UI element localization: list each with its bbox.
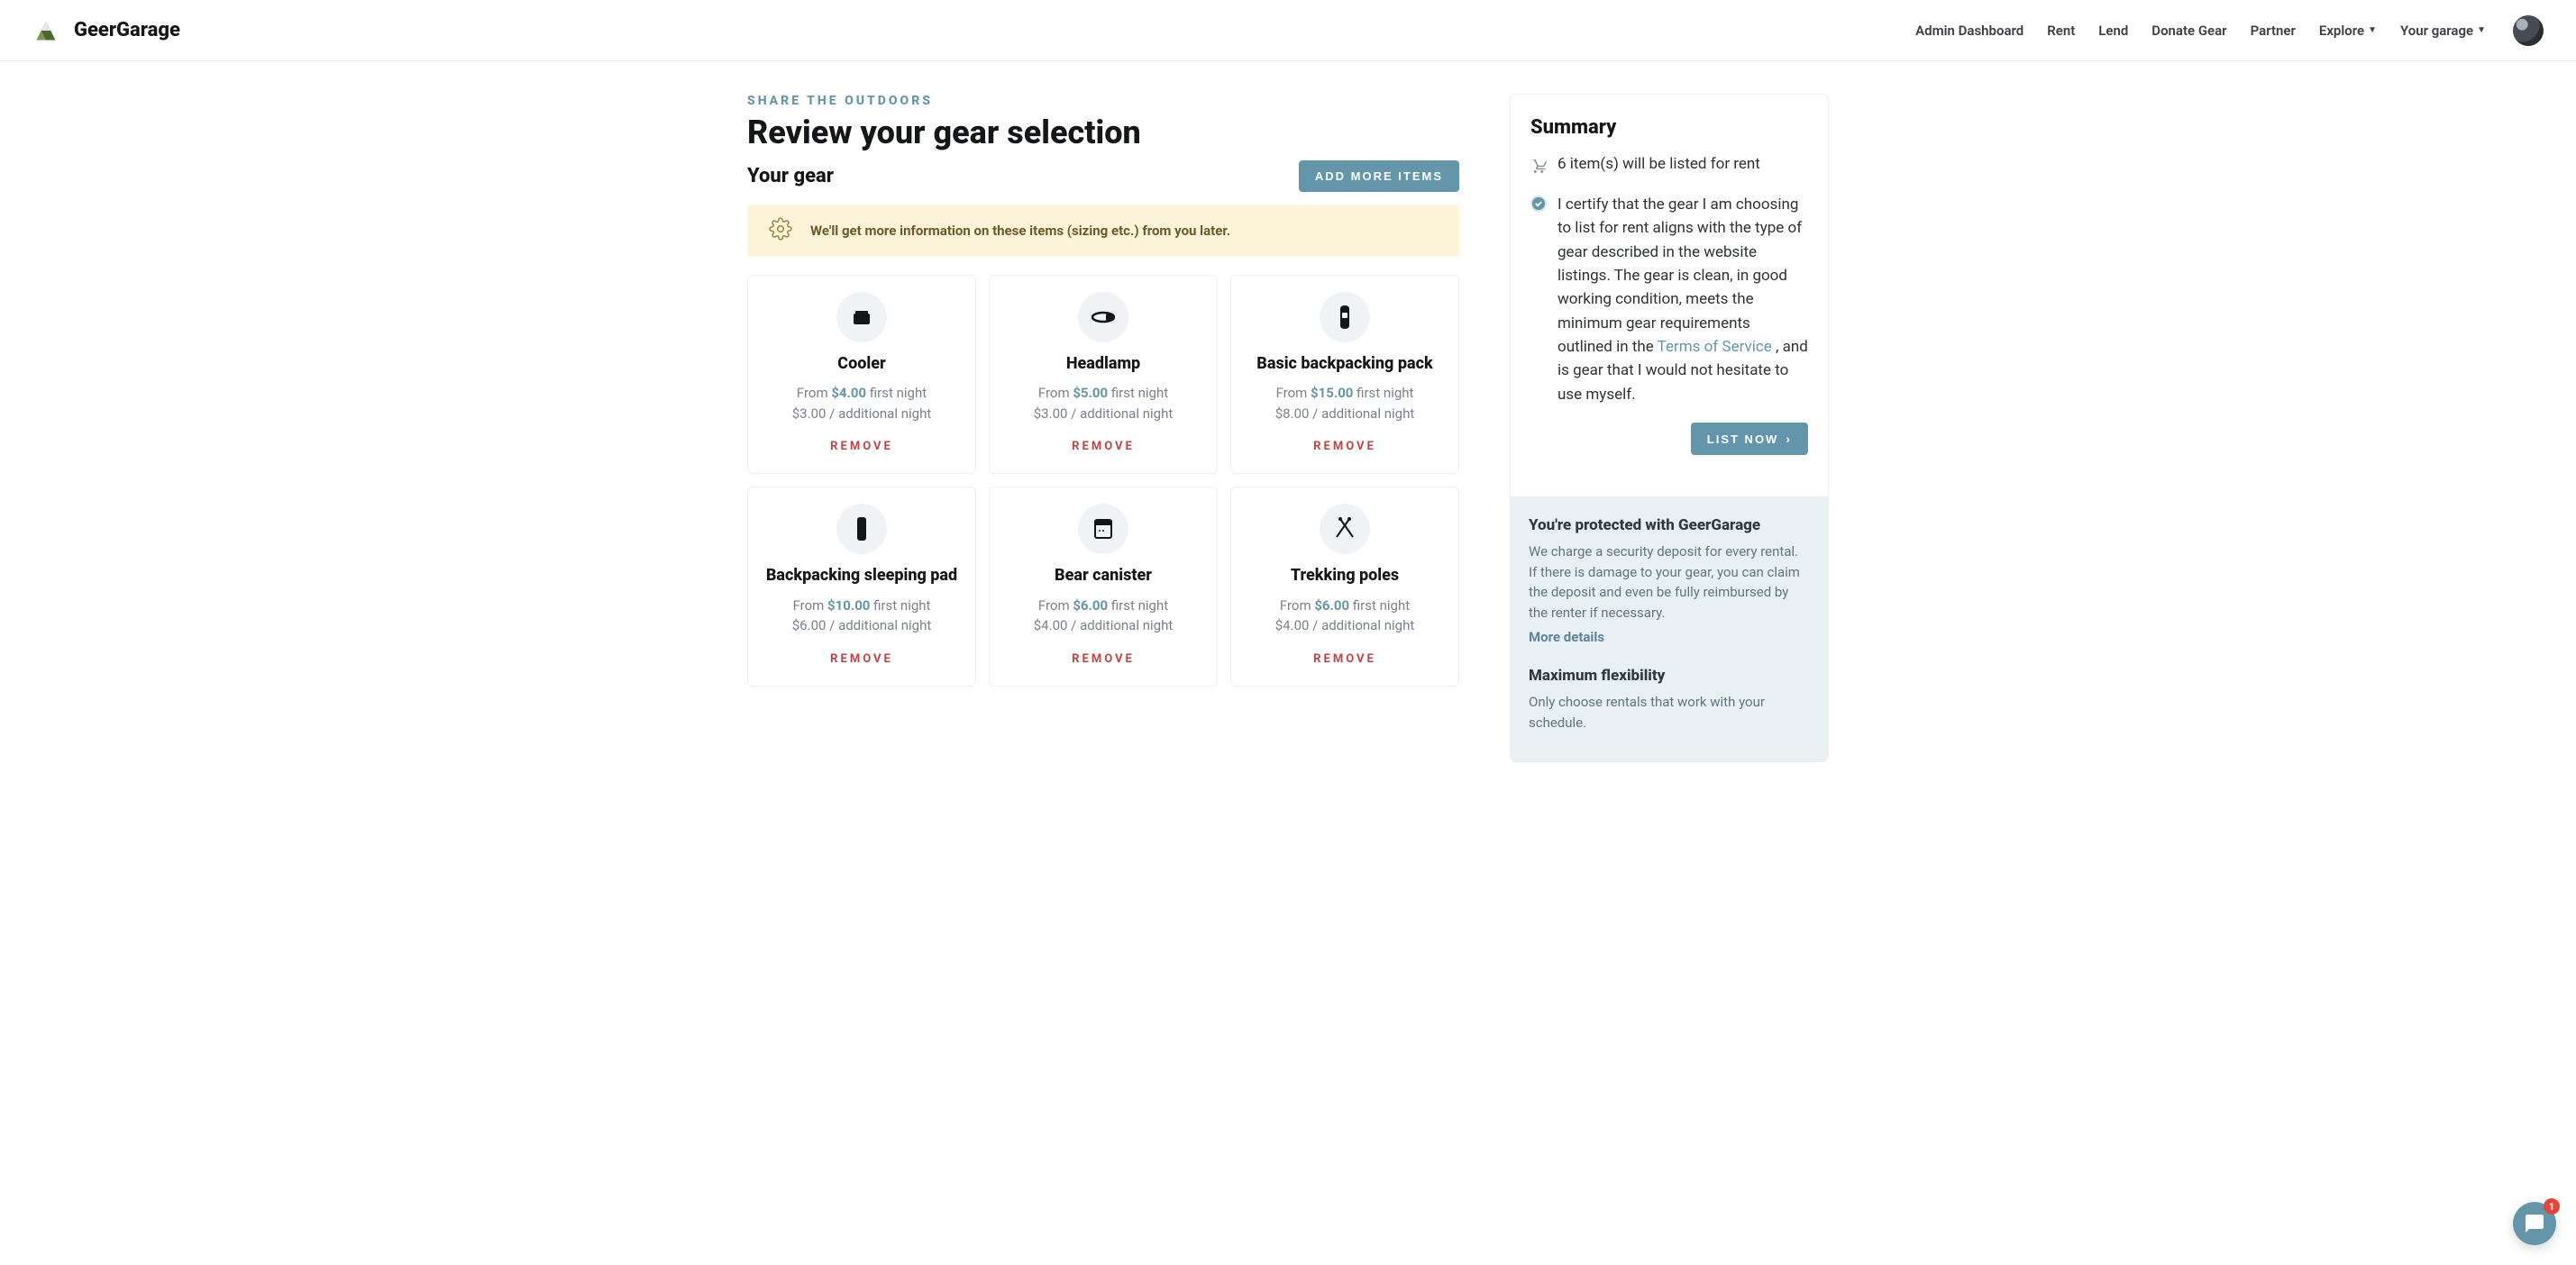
brand-name[interactable]: GeerGarage bbox=[74, 19, 180, 41]
remove-button[interactable]: REMOVE bbox=[830, 652, 893, 666]
gear-card-first-night: From $15.00 first night bbox=[1244, 383, 1446, 404]
headlamp-icon bbox=[1078, 292, 1128, 342]
chevron-right-icon: › bbox=[1786, 432, 1792, 446]
summary-card: Summary 6 item(s) will be listed for ren… bbox=[1510, 94, 1829, 762]
sleeping-pad-icon bbox=[836, 504, 887, 554]
gear-card-first-night: From $6.00 first night bbox=[1244, 596, 1446, 616]
gear-card-first-night: From $10.00 first night bbox=[761, 596, 963, 616]
gear-cards-grid: Cooler From $4.00 first night $3.00 / ad… bbox=[747, 275, 1459, 687]
gear-card-first-night: From $4.00 first night bbox=[761, 383, 963, 404]
remove-button[interactable]: REMOVE bbox=[1072, 652, 1135, 666]
protection-info-block: You're protected with GeerGarage We char… bbox=[1511, 496, 1828, 761]
gear-card-additional-night: $6.00 / additional night bbox=[761, 615, 963, 636]
chevron-down-icon: ▼ bbox=[2368, 25, 2377, 35]
header-left: GeerGarage bbox=[32, 17, 180, 44]
header-nav: Admin Dashboard Rent Lend Donate Gear Pa… bbox=[1915, 15, 2544, 46]
info-banner-text: We'll get more information on these item… bbox=[810, 223, 1230, 239]
nav-partner[interactable]: Partner bbox=[2251, 23, 2296, 39]
cart-icon bbox=[1530, 157, 1547, 177]
gear-card: Basic backpacking pack From $15.00 first… bbox=[1230, 275, 1459, 474]
gear-card-title: Bear canister bbox=[1002, 565, 1204, 586]
remove-button[interactable]: REMOVE bbox=[1072, 440, 1135, 453]
gear-card-title: Backpacking sleeping pad bbox=[761, 565, 963, 586]
main-column: SHARE THE OUTDOORS Review your gear sele… bbox=[747, 94, 1459, 762]
gear-card-title: Trekking poles bbox=[1244, 565, 1446, 586]
summary-count-row: 6 item(s) will be listed for rent bbox=[1530, 155, 1808, 177]
gear-card: Trekking poles From $6.00 first night $4… bbox=[1230, 487, 1459, 686]
chat-bubble-button[interactable]: 1 bbox=[2513, 1202, 2556, 1245]
nav-rent[interactable]: Rent bbox=[2047, 23, 2075, 39]
gear-card-additional-night: $4.00 / additional night bbox=[1244, 615, 1446, 636]
gear-card: Cooler From $4.00 first night $3.00 / ad… bbox=[747, 275, 976, 474]
remove-button[interactable]: REMOVE bbox=[1313, 440, 1376, 453]
eyebrow: SHARE THE OUTDOORS bbox=[747, 94, 1459, 108]
cooler-icon bbox=[836, 292, 887, 342]
info-banner: We'll get more information on these item… bbox=[747, 205, 1459, 257]
nav-explore[interactable]: Explore ▼ bbox=[2319, 23, 2377, 39]
gear-card-first-night: From $5.00 first night bbox=[1002, 383, 1204, 404]
page-title: Review your gear selection bbox=[747, 114, 1459, 151]
certification-row: I certify that the gear I am choosing to… bbox=[1530, 193, 1808, 406]
gear-card-title: Cooler bbox=[761, 353, 963, 374]
site-header: GeerGarage Admin Dashboard Rent Lend Don… bbox=[0, 0, 2576, 61]
protection-heading: You're protected with GeerGarage bbox=[1529, 516, 1810, 534]
remove-button[interactable]: REMOVE bbox=[1313, 652, 1376, 666]
your-gear-heading: Your gear bbox=[747, 165, 834, 187]
more-details-link[interactable]: More details bbox=[1529, 629, 1604, 645]
chevron-down-icon: ▼ bbox=[2477, 25, 2486, 35]
terms-of-service-link[interactable]: Terms of Service bbox=[1658, 338, 1772, 356]
flexibility-body: Only choose rentals that work with your … bbox=[1529, 692, 1810, 733]
chat-badge: 1 bbox=[2544, 1198, 2560, 1215]
gear-card-additional-night: $8.00 / additional night bbox=[1244, 404, 1446, 424]
chat-icon bbox=[2524, 1213, 2545, 1234]
nav-donate-gear[interactable]: Donate Gear bbox=[2151, 23, 2226, 39]
add-more-items-button[interactable]: ADD MORE ITEMS bbox=[1299, 160, 1459, 192]
gear-card-first-night: From $6.00 first night bbox=[1002, 596, 1204, 616]
check-circle-icon[interactable] bbox=[1530, 196, 1547, 212]
gear-card-title: Basic backpacking pack bbox=[1244, 353, 1446, 374]
backpack-icon bbox=[1320, 292, 1370, 342]
gear-settings-icon bbox=[769, 217, 792, 244]
mountain-icon bbox=[33, 18, 59, 43]
gear-card: Backpacking sleeping pad From $10.00 fir… bbox=[747, 487, 976, 686]
gear-card-additional-night: $4.00 / additional night bbox=[1002, 615, 1204, 636]
gear-card: Headlamp From $5.00 first night $3.00 / … bbox=[989, 275, 1218, 474]
nav-admin-dashboard[interactable]: Admin Dashboard bbox=[1915, 23, 2023, 39]
page-wrap: SHARE THE OUTDOORS Review your gear sele… bbox=[720, 61, 1856, 816]
trekking-poles-icon bbox=[1320, 504, 1370, 554]
your-gear-header: Your gear ADD MORE ITEMS bbox=[747, 160, 1459, 192]
gear-card-title: Headlamp bbox=[1002, 353, 1204, 374]
nav-your-garage[interactable]: Your garage ▼ bbox=[2400, 23, 2486, 39]
avatar[interactable] bbox=[2513, 15, 2544, 46]
protection-body: We charge a security deposit for every r… bbox=[1529, 541, 1810, 623]
gear-card-additional-night: $3.00 / additional night bbox=[761, 404, 963, 424]
summary-title: Summary bbox=[1530, 116, 1808, 139]
list-now-button[interactable]: LIST NOW › bbox=[1691, 423, 1808, 455]
certification-text: I certify that the gear I am choosing to… bbox=[1557, 193, 1808, 406]
nav-lend[interactable]: Lend bbox=[2098, 23, 2128, 39]
remove-button[interactable]: REMOVE bbox=[830, 440, 893, 453]
gear-card-additional-night: $3.00 / additional night bbox=[1002, 404, 1204, 424]
summary-count-text: 6 item(s) will be listed for rent bbox=[1557, 155, 1760, 173]
bear-canister-icon bbox=[1078, 504, 1128, 554]
flexibility-heading: Maximum flexibility bbox=[1529, 667, 1810, 685]
gear-card: Bear canister From $6.00 first night $4.… bbox=[989, 487, 1218, 686]
logo-icon[interactable] bbox=[32, 17, 59, 44]
